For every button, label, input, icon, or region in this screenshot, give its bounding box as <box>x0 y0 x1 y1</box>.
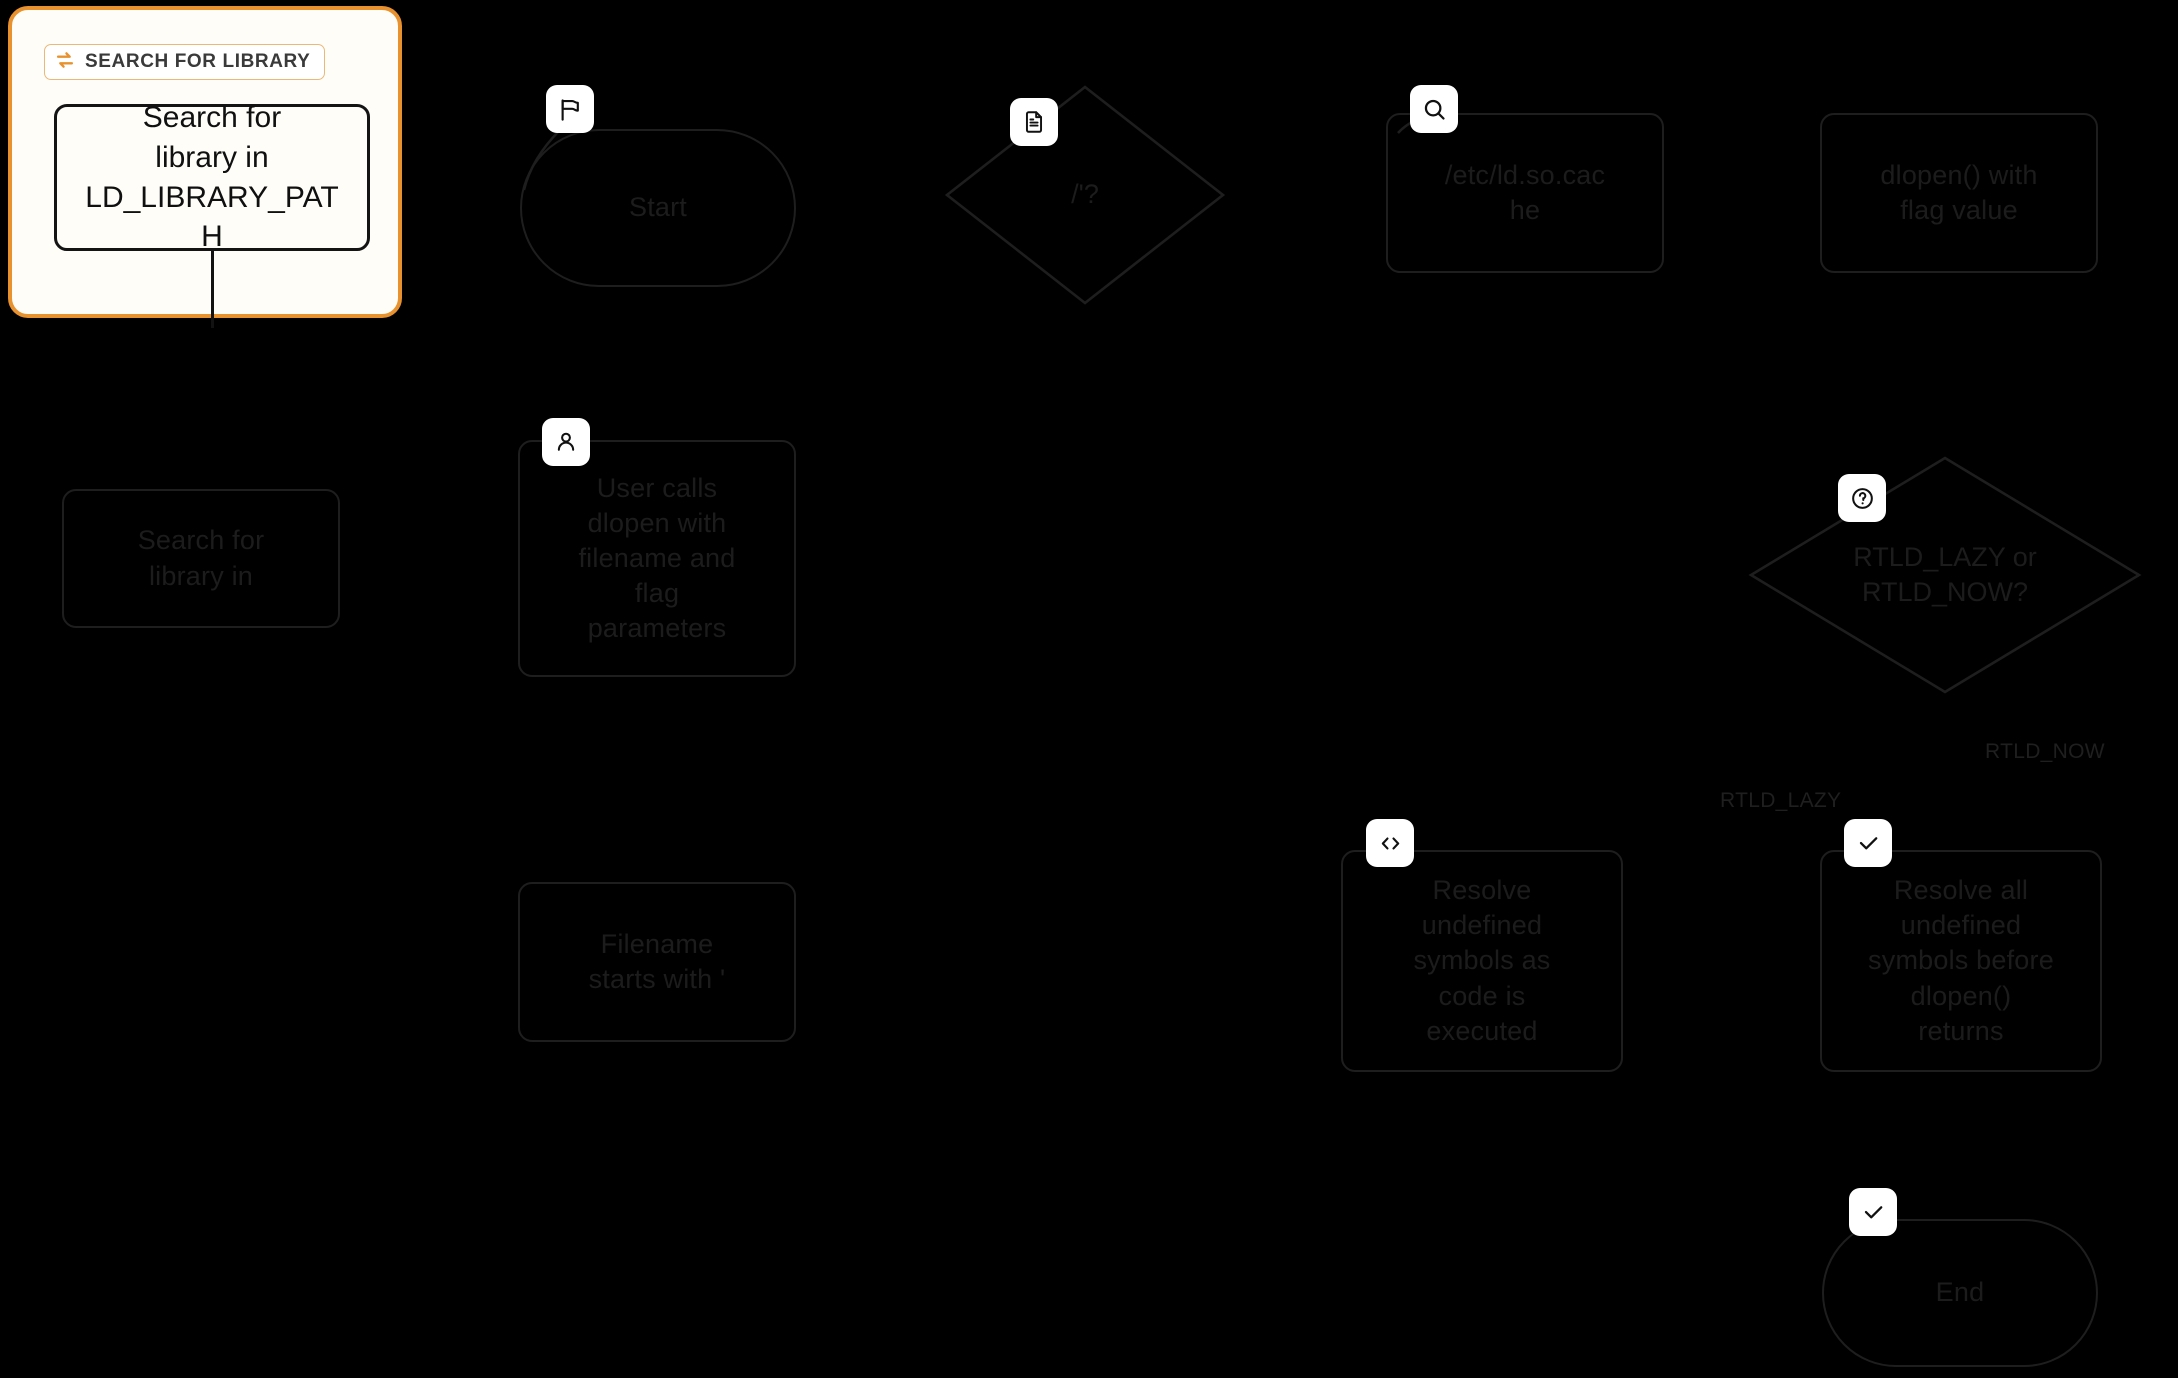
node-start-label: Start <box>628 192 688 223</box>
highlight-connector-line <box>211 251 214 328</box>
node-resolve-now[interactable]: Resolve all undefined symbols before dlo… <box>1820 850 2102 1072</box>
node-dlopen-flag-label: dlopen() with flag value <box>1880 159 2038 225</box>
code-brackets-icon <box>1366 819 1414 867</box>
node-filename-check[interactable]: /'? <box>944 84 1226 306</box>
node-end[interactable]: End <box>1822 1219 2098 1367</box>
node-search-library-in-label: Search for library in <box>137 525 265 591</box>
flowchart-canvas: Start /'? /etc/ld.so.cac he dlopen() wit… <box>0 0 2178 1378</box>
node-filename-starts-with-label: Filename starts with ' <box>588 928 726 994</box>
check-icon <box>1849 1188 1897 1236</box>
node-resolve-lazy-label: Resolve undefined symbols as code is exe… <box>1413 875 1551 1046</box>
node-rtld-decision[interactable]: RTLD_LAZY or RTLD_NOW? <box>1748 455 2142 695</box>
node-dlopen-flag[interactable]: dlopen() with flag value <box>1820 113 2098 273</box>
highlight-node-label: Search for library in LD_LIBRARY_PAT H <box>85 100 339 254</box>
node-search-library-in[interactable]: Search for library in <box>62 489 340 628</box>
highlight-tag-label: SEARCH FOR LIBRARY <box>85 51 311 72</box>
node-filename-check-label: /'? <box>1071 179 1099 210</box>
node-end-label: End <box>1935 1277 1985 1308</box>
node-ld-so-cache[interactable]: /etc/ld.so.cac he <box>1386 113 1664 273</box>
user-icon <box>542 418 590 466</box>
flag-icon <box>546 85 594 133</box>
highlight-tag: SEARCH FOR LIBRARY <box>44 44 326 80</box>
node-rtld-decision-label: RTLD_LAZY or RTLD_NOW? <box>1853 541 2037 607</box>
node-start[interactable]: Start <box>520 129 796 287</box>
node-ld-so-cache-label: /etc/ld.so.cac he <box>1444 159 1606 225</box>
edge-label-rtld-now: RTLD_NOW <box>1985 740 2105 763</box>
highlight-node[interactable]: Search for library in LD_LIBRARY_PAT H <box>54 101 370 253</box>
swap-arrows-icon <box>54 49 76 76</box>
node-filename-starts-with[interactable]: Filename starts with ' <box>518 882 796 1042</box>
node-resolve-lazy[interactable]: Resolve undefined symbols as code is exe… <box>1341 850 1623 1072</box>
document-icon <box>1010 98 1058 146</box>
highlight-panel[interactable]: SEARCH FOR LIBRARY Search for library in… <box>8 6 402 328</box>
search-icon <box>1410 85 1458 133</box>
check-icon <box>1844 819 1892 867</box>
node-user-calls-dlopen[interactable]: User calls dlopen with filename and flag… <box>518 440 796 677</box>
node-user-calls-dlopen-label: User calls dlopen with filename and flag… <box>578 472 736 644</box>
edge-label-rtld-lazy: RTLD_LAZY <box>1720 789 1842 812</box>
question-circle-icon <box>1838 474 1886 522</box>
node-resolve-now-label: Resolve all undefined symbols before dlo… <box>1868 875 2054 1046</box>
